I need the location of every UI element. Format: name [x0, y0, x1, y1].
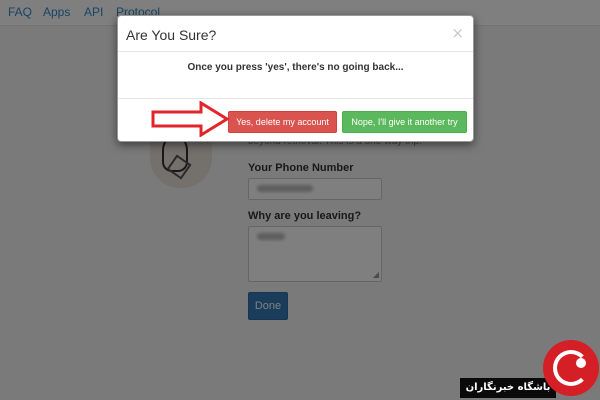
- confirm-delete-button[interactable]: Yes, delete my account: [228, 111, 337, 133]
- close-icon[interactable]: ×: [451, 24, 464, 42]
- watermark-logo-icon: [543, 340, 599, 396]
- annotation-arrow-icon: [151, 101, 230, 137]
- dialog-header: Are You Sure? ×: [118, 16, 473, 52]
- watermark-banner: باشگاه خبرنگاران: [460, 378, 556, 398]
- dialog-message: Once you press 'yes', there's no going b…: [187, 62, 404, 73]
- cancel-delete-button[interactable]: Nope, I'll give it another try: [342, 111, 467, 133]
- dialog-title: Are You Sure?: [126, 27, 217, 43]
